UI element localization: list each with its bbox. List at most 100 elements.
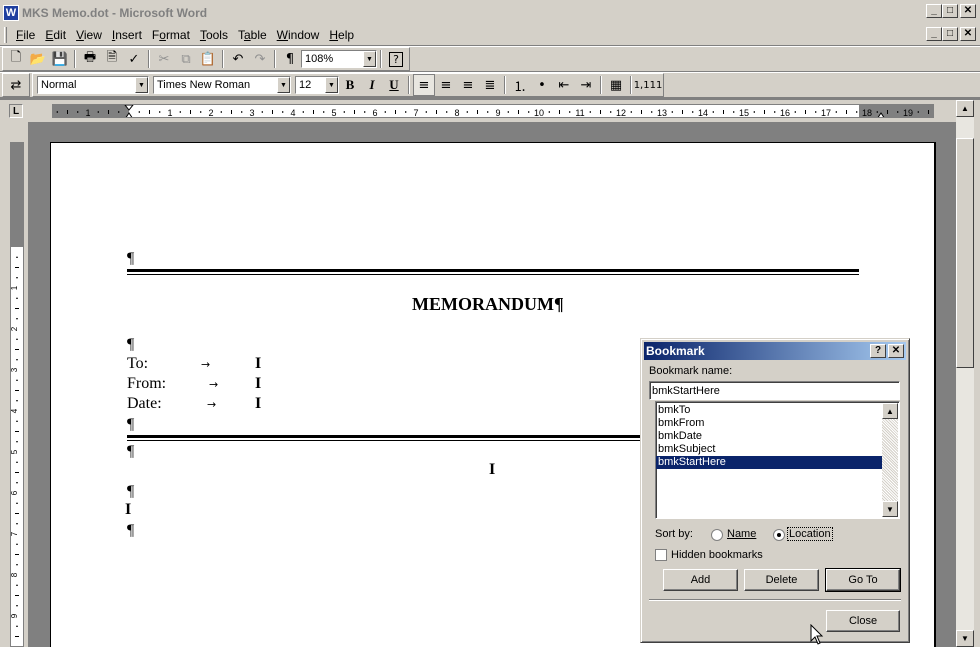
bookmark-list[interactable]: bmkTo bmkFrom bmkDate bmkSubject bmkStar…	[655, 401, 900, 519]
numbering-icon[interactable]: ⒈	[509, 74, 531, 96]
ruler-number: 3	[249, 108, 254, 118]
open-folder-icon[interactable]: 📂	[27, 48, 49, 70]
list-item[interactable]: bmkSubject	[656, 443, 882, 456]
ruler-number: 9	[495, 108, 500, 118]
paragraph-mark: ¶	[127, 336, 135, 353]
zoom-select[interactable]: 108% ▼	[301, 50, 377, 68]
italic-button[interactable]: I	[361, 74, 383, 96]
show-formatting-marks-button[interactable]: ¶	[279, 48, 301, 70]
menu-edit[interactable]: Edit	[40, 28, 71, 42]
doc-restore-button[interactable]: □	[942, 27, 958, 41]
undo-icon[interactable]: ↶	[227, 48, 249, 70]
scroll-thumb[interactable]	[956, 138, 974, 368]
dialog-help-button[interactable]: ?	[870, 344, 886, 358]
ruler-number: 9	[11, 613, 19, 618]
doc-minimize-button[interactable]: _	[926, 27, 942, 41]
bookmark-name-label: Bookmark name:	[649, 365, 733, 377]
dialog-title-bar[interactable]: Bookmark ? ✕	[644, 342, 906, 360]
sort-name-radio[interactable]	[711, 529, 723, 541]
columns-button[interactable]: 1,111	[634, 74, 663, 96]
list-scrollbar[interactable]: ▲ ▼	[882, 403, 898, 517]
horizontal-ruler[interactable]: 1 1 2 3 4 5 6 7 8 9 10 11 12 13 14 15 16 17 18 19	[52, 104, 934, 118]
print-preview-icon[interactable]: 🗎	[101, 48, 123, 70]
menu-format[interactable]: Format	[147, 28, 195, 42]
vertical-ruler[interactable]: 21123456789	[10, 142, 24, 647]
menu-insert[interactable]: Insert	[107, 28, 147, 42]
increase-indent-icon[interactable]: ⇥	[575, 74, 597, 96]
bold-button[interactable]: B	[339, 74, 361, 96]
indent-marker-icon[interactable]	[124, 105, 134, 118]
style-dropdown-icon[interactable]: ▼	[135, 77, 148, 93]
bookmark-name-input[interactable]: bmkStartHere	[649, 381, 900, 400]
word-app-icon[interactable]: W	[3, 4, 19, 21]
paragraph-mark: ¶	[127, 250, 135, 267]
bullets-icon[interactable]: •	[531, 74, 553, 96]
font-select[interactable]: Times New Roman ▼	[153, 76, 291, 94]
hidden-bookmarks-label[interactable]: Hidden bookmarks	[671, 549, 763, 561]
navigation-icon[interactable]: ⇄	[5, 74, 27, 96]
align-center-icon[interactable]: ≡	[435, 74, 457, 96]
menu-table[interactable]: Table	[233, 28, 272, 42]
menu-grip[interactable]	[4, 27, 7, 43]
ruler-number: 2	[11, 326, 19, 331]
scroll-down-icon[interactable]: ▼	[956, 630, 974, 647]
zoom-dropdown-icon[interactable]: ▼	[363, 51, 376, 67]
font-size-select[interactable]: 12 ▼	[295, 76, 339, 94]
dialog-close-x-button[interactable]: ✕	[888, 344, 904, 358]
cut-icon[interactable]: ✂	[153, 48, 175, 70]
mouse-pointer-icon	[810, 624, 824, 645]
restore-button[interactable]: □	[942, 4, 958, 18]
align-right-icon[interactable]: ≡	[457, 74, 479, 96]
list-scroll-up-icon[interactable]: ▲	[882, 403, 898, 419]
hidden-bookmarks-checkbox[interactable]	[655, 549, 667, 561]
ruler-number: 8	[11, 572, 19, 577]
sort-location-label[interactable]: Location	[787, 527, 833, 541]
list-item-selected[interactable]: bmkStartHere	[656, 456, 882, 469]
list-scroll-down-icon[interactable]: ▼	[882, 501, 898, 517]
underline-button[interactable]: U	[383, 74, 405, 96]
sort-location-radio[interactable]	[773, 529, 785, 541]
close-button[interactable]: ✕	[960, 4, 976, 18]
menu-view[interactable]: View	[71, 28, 107, 42]
copy-icon[interactable]: ⧉	[175, 48, 197, 70]
sort-name-label[interactable]: Name	[727, 528, 756, 540]
list-item[interactable]: bmkFrom	[656, 417, 882, 430]
print-icon[interactable]: 🖶	[79, 48, 101, 70]
paste-icon[interactable]: 📋	[197, 48, 219, 70]
borders-icon[interactable]: ▦	[605, 74, 627, 96]
new-document-icon[interactable]: 🗋	[5, 48, 27, 70]
spelling-icon[interactable]: ✓	[123, 48, 145, 70]
menu-help[interactable]: Help	[324, 28, 359, 42]
decrease-indent-icon[interactable]: ⇤	[553, 74, 575, 96]
vertical-scrollbar[interactable]: ▲ ▼	[956, 100, 974, 647]
menu-tools[interactable]: Tools	[195, 28, 233, 42]
menu-file[interactable]: File	[11, 28, 40, 42]
add-button[interactable]: Add	[663, 569, 738, 591]
font-value: Times New Roman	[157, 79, 251, 91]
help-button[interactable]: ?	[385, 48, 407, 70]
tab-selector-button[interactable]: L	[9, 104, 23, 118]
redo-icon[interactable]: ↷	[249, 48, 271, 70]
window-right-edge	[974, 100, 980, 647]
list-item[interactable]: bmkTo	[656, 404, 882, 417]
ruler-number: 16	[780, 108, 790, 118]
doc-close-button[interactable]: ✕	[960, 27, 976, 41]
style-select[interactable]: Normal ▼	[37, 76, 149, 94]
close-dialog-button[interactable]: Close	[826, 610, 900, 632]
font-size-dropdown-icon[interactable]: ▼	[325, 77, 338, 93]
ruler-bar: L 1 1 2 3 4 5 6 7 8 9 10 11 12 13 14 15 16 17 18 19	[0, 100, 980, 122]
menu-bar: File Edit View Insert Format Tools Table…	[0, 25, 980, 45]
minimize-button[interactable]: _	[926, 4, 942, 18]
justify-icon[interactable]: ≣	[479, 74, 501, 96]
right-indent-marker-icon[interactable]	[877, 112, 885, 118]
go-to-button[interactable]: Go To	[825, 568, 901, 592]
save-icon[interactable]: 💾	[49, 48, 71, 70]
ruler-number: 18	[862, 108, 872, 118]
align-left-icon[interactable]: ≡	[413, 74, 435, 96]
list-item[interactable]: bmkDate	[656, 430, 882, 443]
delete-button[interactable]: Delete	[744, 569, 819, 591]
font-dropdown-icon[interactable]: ▼	[277, 77, 290, 93]
font-size-value: 12	[299, 79, 312, 91]
scroll-up-icon[interactable]: ▲	[956, 100, 974, 117]
menu-window[interactable]: Window	[272, 28, 325, 42]
